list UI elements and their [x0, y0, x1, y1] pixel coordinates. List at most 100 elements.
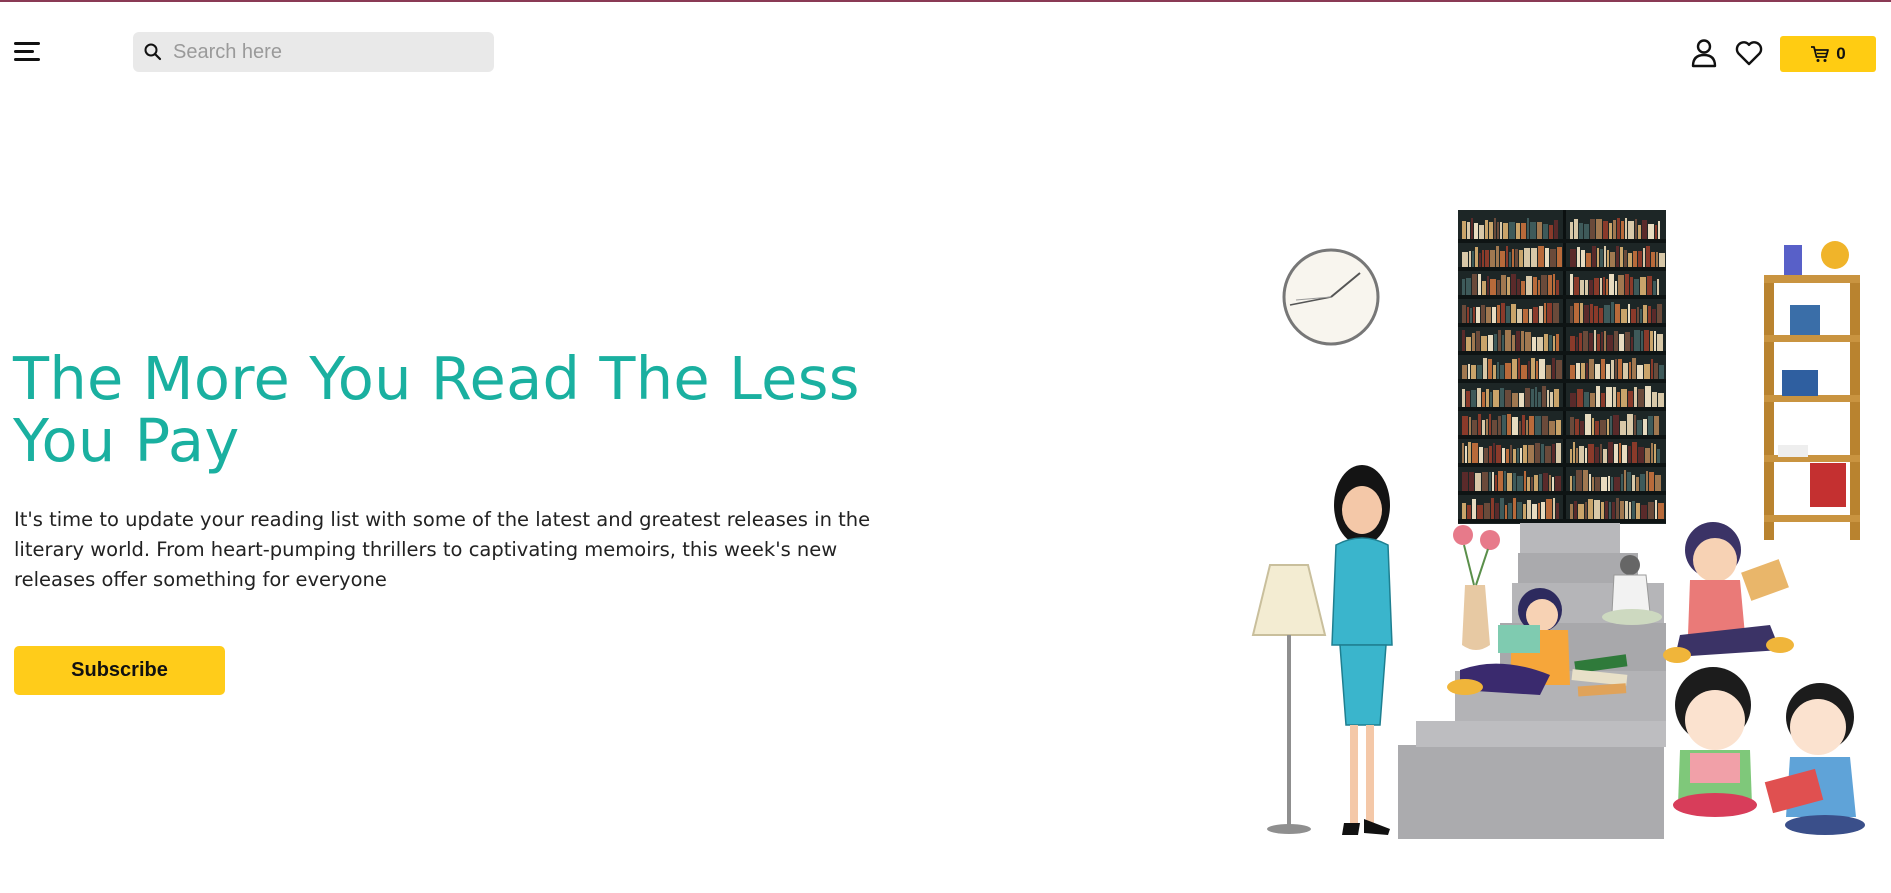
- book-spine: [1608, 442, 1613, 463]
- hamburger-menu-icon[interactable]: [14, 40, 42, 64]
- book-spine: [1641, 331, 1643, 351]
- book-spine: [1610, 252, 1615, 267]
- book-spine: [1498, 330, 1501, 351]
- book-spine: [1470, 308, 1472, 323]
- book-spine: [1632, 501, 1635, 519]
- book-spine: [1625, 218, 1627, 239]
- book-spine: [1574, 501, 1577, 519]
- search-bar: [133, 32, 494, 72]
- user-icon[interactable]: [1690, 38, 1718, 68]
- book-spine: [1655, 475, 1661, 491]
- book-spine: [1595, 447, 1599, 463]
- subscribe-button[interactable]: Subscribe: [14, 646, 225, 695]
- book-spine: [1505, 505, 1507, 519]
- book-spine: [1570, 249, 1576, 267]
- shelf-board: [1458, 267, 1666, 271]
- book-spine: [1511, 304, 1516, 323]
- book-spine: [1638, 251, 1642, 267]
- book-spine: [1644, 364, 1650, 379]
- book-spine: [1513, 498, 1516, 519]
- book-spine: [1599, 308, 1603, 323]
- book-spine: [1516, 331, 1520, 351]
- heart-icon[interactable]: [1734, 38, 1764, 68]
- book-spine: [1488, 359, 1492, 379]
- book-spine: [1492, 307, 1496, 323]
- book-spine: [1601, 359, 1605, 379]
- book-spine: [1604, 305, 1610, 323]
- book-spine: [1478, 274, 1481, 295]
- book-spine: [1543, 224, 1548, 239]
- book-spine: [1477, 388, 1481, 407]
- book-spine: [1607, 250, 1609, 267]
- book-spine: [1553, 274, 1555, 295]
- book-spine: [1646, 246, 1650, 267]
- book-spine: [1472, 499, 1476, 519]
- book-spine: [1621, 309, 1627, 323]
- book-spine: [1472, 251, 1474, 267]
- book-spine: [1472, 274, 1477, 295]
- wall-clock: [1282, 248, 1380, 346]
- book-spine: [1657, 334, 1663, 351]
- book-spine: [1541, 444, 1544, 463]
- book-spine: [1493, 443, 1495, 463]
- book-spine: [1647, 276, 1652, 295]
- search-input[interactable]: [173, 32, 483, 72]
- book-spine: [1494, 334, 1497, 351]
- book-spine: [1533, 307, 1538, 323]
- book-spine: [1576, 470, 1582, 491]
- book-spine: [1658, 393, 1664, 407]
- book-spine: [1590, 304, 1593, 323]
- book-spine: [1655, 225, 1657, 239]
- book-spine: [1472, 443, 1478, 463]
- book-spine: [1652, 392, 1657, 407]
- book-spine: [1542, 386, 1546, 407]
- book-spine: [1625, 274, 1629, 295]
- book-spine: [1606, 387, 1612, 407]
- site-header: 0: [0, 2, 1891, 98]
- book-spine: [1524, 471, 1526, 491]
- book-spine: [1469, 417, 1471, 435]
- shelf-board: [1458, 407, 1666, 411]
- book-spine: [1485, 250, 1489, 267]
- book-spine: [1653, 281, 1656, 295]
- book-spine: [1517, 309, 1522, 323]
- book-spine: [1462, 443, 1464, 463]
- book-spine: [1536, 361, 1538, 379]
- book-spine: [1498, 416, 1501, 435]
- book-spine: [1550, 249, 1556, 267]
- book-spine: [1638, 447, 1644, 463]
- book-spine: [1618, 359, 1622, 379]
- book-spine: [1579, 446, 1584, 463]
- cart-button[interactable]: 0: [1780, 36, 1876, 72]
- book-spine: [1634, 415, 1636, 435]
- book-spine: [1633, 251, 1637, 267]
- book-spine: [1589, 280, 1593, 295]
- book-spine: [1498, 471, 1503, 491]
- book-spine: [1617, 392, 1620, 407]
- shelf-board: [1458, 463, 1666, 467]
- book-spine: [1648, 224, 1654, 239]
- book-spine: [1487, 276, 1489, 295]
- book-spine: [1506, 246, 1508, 267]
- book-spine: [1614, 331, 1618, 351]
- book-spine: [1537, 222, 1542, 239]
- book-spine: [1613, 220, 1616, 239]
- book-spine: [1545, 248, 1549, 267]
- book-spine: [1618, 275, 1624, 295]
- book-spine: [1594, 278, 1599, 295]
- book-spine: [1529, 416, 1534, 435]
- book-spine: [1638, 225, 1641, 239]
- book-spine: [1517, 448, 1519, 463]
- book-spine: [1640, 474, 1645, 491]
- book-spine: [1556, 360, 1562, 379]
- book-spine: [1476, 307, 1480, 323]
- book-spine: [1507, 277, 1510, 295]
- book-spine: [1488, 335, 1493, 351]
- book-spine: [1481, 336, 1487, 351]
- book-spine: [1570, 274, 1573, 295]
- book-spine: [1604, 331, 1606, 351]
- book-spine: [1497, 280, 1500, 295]
- book-spine: [1595, 364, 1600, 379]
- book-spine: [1595, 421, 1599, 435]
- book-spine: [1594, 330, 1596, 351]
